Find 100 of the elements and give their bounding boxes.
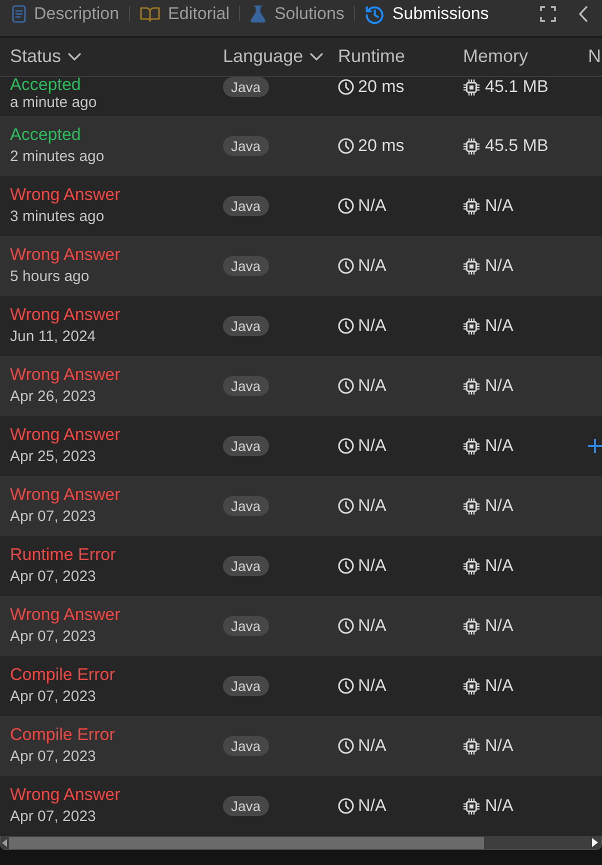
submission-row[interactable]: Wrong Answer Jun 11, 2024 Java N/A N/A (0, 296, 602, 356)
chip-icon (463, 138, 480, 154)
submission-row[interactable]: Compile Error Apr 07, 2023 Java N/A N/A (0, 656, 602, 716)
submission-time: Apr 07, 2023 (10, 747, 96, 767)
runtime-value: N/A (358, 316, 386, 336)
runtime-value: N/A (358, 376, 386, 396)
panel-tab[interactable]: Editorial (140, 4, 230, 24)
chip-icon (463, 678, 480, 694)
runtime-value: N/A (358, 496, 386, 516)
submission-row[interactable]: Wrong Answer Apr 25, 2023 Java N/A N/A (0, 416, 602, 476)
memory-value: 45.5 MB (485, 136, 548, 156)
submission-time: Apr 25, 2023 (10, 447, 96, 467)
submission-time: 5 hours ago (10, 267, 90, 287)
runtime-value: N/A (358, 436, 386, 456)
submission-row[interactable]: Wrong Answer 5 hours ago Java N/A N/A (0, 236, 602, 296)
submission-row[interactable]: Wrong Answer 3 minutes ago Java N/A N/A (0, 176, 602, 236)
language-tag: Java (223, 436, 269, 456)
scroll-right-icon[interactable] (592, 838, 598, 847)
clock-icon (338, 318, 354, 334)
runtime-value: N/A (358, 796, 386, 816)
clock-icon (338, 138, 354, 154)
submission-status: Compile Error (10, 665, 115, 685)
clock-icon (338, 738, 354, 754)
horizontal-scrollbar[interactable] (0, 836, 602, 850)
panel-tab[interactable]: Solutions (250, 4, 344, 24)
memory-value: N/A (485, 796, 514, 816)
memory-value: N/A (485, 376, 514, 396)
memory-value: N/A (485, 616, 514, 636)
clock-icon (338, 558, 354, 574)
submission-row[interactable]: Wrong Answer Apr 26, 2023 Java N/A N/A (0, 356, 602, 416)
fullscreen-icon[interactable] (540, 6, 556, 22)
runtime-value: N/A (358, 556, 386, 576)
memory-value: N/A (485, 436, 514, 456)
language-tag: Java (223, 736, 269, 756)
column-header[interactable]: Status (10, 44, 82, 66)
chip-icon (463, 438, 480, 454)
submission-status: Wrong Answer (10, 425, 120, 445)
language-tag: Java (223, 556, 269, 576)
submission-status: Wrong Answer (10, 785, 120, 805)
submission-status: Wrong Answer (10, 185, 120, 205)
runtime-value: N/A (358, 196, 386, 216)
chip-icon (463, 738, 480, 754)
submission-time: Apr 07, 2023 (10, 507, 96, 527)
chip-icon (463, 558, 480, 574)
runtime-value: N/A (358, 616, 386, 636)
chip-icon (463, 318, 480, 334)
column-header: Runtime (338, 46, 406, 66)
submission-status: Compile Error (10, 725, 115, 745)
document-icon (12, 5, 26, 23)
scrollbar-thumb[interactable] (9, 836, 484, 848)
memory-value: N/A (485, 256, 514, 276)
panel-tab[interactable]: Description (12, 4, 120, 24)
language-tag: Java (223, 796, 269, 816)
submission-time: Jun 11, 2024 (10, 327, 96, 347)
submission-row[interactable]: Wrong Answer Apr 07, 2023 Java N/A N/A (0, 596, 602, 656)
submission-status: Wrong Answer (10, 365, 120, 385)
history-icon (365, 4, 384, 24)
submission-row[interactable]: Runtime Error Apr 07, 2023 Java N/A N/A (0, 536, 602, 596)
scroll-left-icon[interactable] (2, 838, 7, 846)
language-tag: Java (223, 676, 269, 696)
clock-icon (338, 79, 354, 95)
panel-tab[interactable]: Submissions (365, 4, 489, 24)
submission-row[interactable]: Wrong Answer Apr 07, 2023 Java N/A N/A (0, 476, 602, 536)
chip-icon (463, 618, 480, 634)
chip-icon (463, 198, 480, 214)
language-tag: Java (223, 376, 269, 396)
language-tag: Java (223, 496, 269, 516)
plus-icon[interactable] (588, 439, 602, 453)
memory-value: N/A (485, 316, 514, 336)
clock-icon (338, 678, 354, 694)
submission-time: Apr 07, 2023 (10, 627, 96, 647)
memory-value: N/A (485, 496, 514, 516)
runtime-value: 20 ms (358, 136, 404, 156)
submission-time: Apr 26, 2023 (10, 387, 96, 407)
language-tag: Java (223, 136, 269, 156)
book-icon (140, 6, 160, 22)
chip-icon (463, 498, 480, 514)
language-tag: Java (223, 256, 269, 276)
clock-icon (338, 258, 354, 274)
submission-time: 3 minutes ago (10, 207, 104, 227)
chevron-left-icon[interactable] (578, 6, 588, 22)
submission-status: Runtime Error (10, 545, 116, 565)
submission-status: Wrong Answer (10, 305, 120, 325)
column-header[interactable]: Language (223, 44, 324, 66)
memory-value: 45.1 MB (485, 77, 548, 97)
submission-row[interactable]: Wrong Answer Apr 07, 2023 Java N/A N/A (0, 776, 602, 836)
chip-icon (463, 258, 480, 274)
language-tag: Java (223, 616, 269, 636)
chip-icon (463, 78, 480, 96)
submission-row[interactable]: Compile Error Apr 07, 2023 Java N/A N/A (0, 716, 602, 776)
memory-value: N/A (485, 736, 514, 756)
submission-row[interactable]: Accepted a minute ago Java 20 ms 45.1 MB (0, 77, 602, 116)
clock-icon (338, 798, 354, 814)
memory-value: N/A (485, 196, 514, 216)
clock-icon (338, 618, 354, 634)
flask-icon (250, 5, 266, 23)
submission-status: Wrong Answer (10, 485, 120, 505)
submission-row[interactable]: Accepted 2 minutes ago Java 20 ms 45.5 MB (0, 116, 602, 176)
runtime-value: N/A (358, 676, 386, 696)
clock-icon (338, 438, 354, 454)
